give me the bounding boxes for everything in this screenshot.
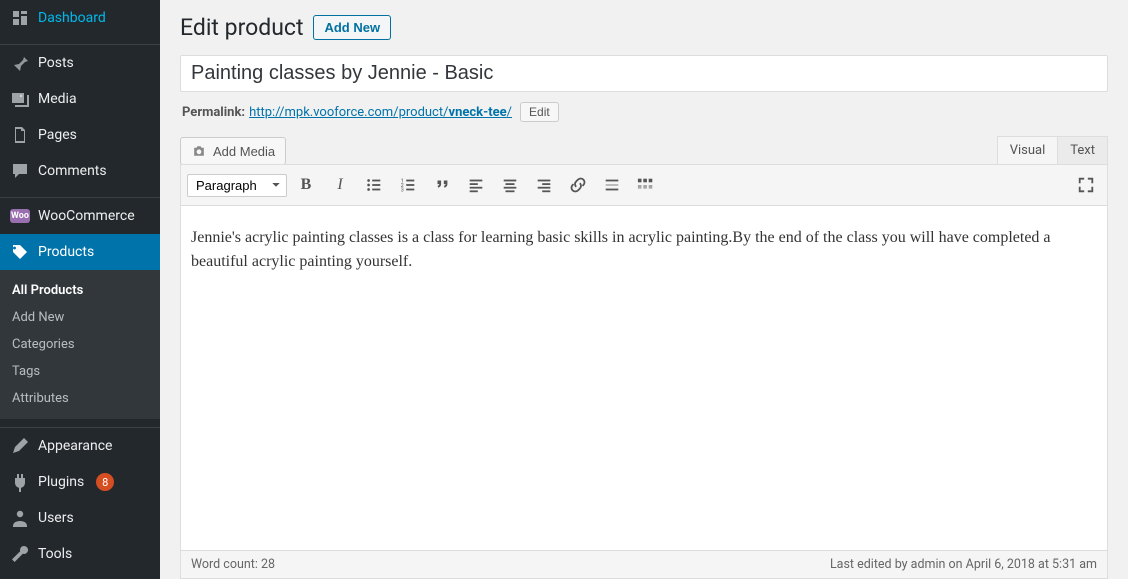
add-new-button[interactable]: Add New [313,15,391,40]
page-title: Edit product [180,14,303,41]
sidebar-item-woocommerce[interactable]: Woo WooCommerce [0,198,160,234]
blockquote-button[interactable] [427,171,457,199]
sidebar-item-label: Posts [38,55,74,71]
readmore-button[interactable] [597,171,627,199]
products-submenu: All Products Add New Categories Tags Att… [0,270,160,419]
users-icon [10,508,30,528]
sidebar-item-label: Products [38,244,94,260]
sidebar-item-dashboard[interactable]: Dashboard [0,0,160,36]
sidebar-item-media[interactable]: Media [0,81,160,117]
sidebar-item-label: Comments [38,163,107,179]
editor-footer: Word count: 28 Last edited by admin on A… [181,550,1107,578]
editor-content[interactable]: Jennie's acrylic painting classes is a c… [181,206,1107,550]
italic-button[interactable]: I [325,171,355,199]
editor-top-row: Add Media Visual Text [180,136,1108,165]
plugin-update-badge: 8 [96,473,114,491]
woocommerce-icon: Woo [10,206,30,226]
sidebar-item-label: WooCommerce [38,208,135,224]
submenu-all-products[interactable]: All Products [0,277,160,304]
add-media-button[interactable]: Add Media [180,137,286,165]
sidebar-item-label: Users [38,510,74,526]
permalink-label: Permalink: [182,105,245,120]
last-edited: Last edited by admin on April 6, 2018 at… [830,557,1097,572]
permalink-trail: / [507,105,512,120]
link-button[interactable] [563,171,593,199]
products-icon [10,242,30,262]
word-count: Word count: 28 [191,557,275,572]
sidebar-item-products[interactable]: Products [0,234,160,270]
sidebar-item-tools[interactable]: Tools [0,536,160,572]
product-title-input[interactable] [180,55,1108,92]
align-center-button[interactable] [495,171,525,199]
submenu-categories[interactable]: Categories [0,331,160,358]
comments-icon [10,161,30,181]
permalink-base: http://mpk.vooforce.com/product/ [249,105,448,120]
align-right-button[interactable] [529,171,559,199]
bold-button[interactable]: B [291,171,321,199]
align-left-button[interactable] [461,171,491,199]
sidebar-item-label: Dashboard [38,10,106,26]
page-header: Edit product Add New [180,14,1108,41]
submenu-add-new[interactable]: Add New [0,304,160,331]
tab-text[interactable]: Text [1057,136,1108,165]
sidebar-item-users[interactable]: Users [0,500,160,536]
fullscreen-button[interactable] [1071,171,1101,199]
edit-permalink-button[interactable]: Edit [520,102,559,122]
sidebar-item-label: Tools [38,546,72,562]
permalink-slug: vneck-tee [448,105,506,120]
sidebar-item-label: Media [38,91,77,107]
format-select[interactable]: Paragraph [187,174,287,197]
dashboard-icon [10,8,30,28]
sidebar-item-label: Pages [38,127,77,143]
editor-tabs: Visual Text [998,136,1108,165]
tools-icon [10,544,30,564]
permalink-row: Permalink: http://mpk.vooforce.com/produ… [182,102,1108,122]
admin-sidebar: Dashboard Posts Media Pages Comments Woo… [0,0,160,579]
editor-toolbar: Paragraph B I 123 [181,165,1107,206]
sidebar-item-label: Appearance [38,438,112,454]
sidebar-item-appearance[interactable]: Appearance [0,428,160,464]
media-icon [10,89,30,109]
sidebar-item-comments[interactable]: Comments [0,153,160,189]
appearance-icon [10,436,30,456]
bullet-list-button[interactable] [359,171,389,199]
permalink-link[interactable]: http://mpk.vooforce.com/product/vneck-te… [249,105,512,120]
add-media-label: Add Media [213,144,275,159]
main-content: Edit product Add New Permalink: http://m… [160,0,1128,579]
sidebar-item-posts[interactable]: Posts [0,45,160,81]
svg-text:3: 3 [401,187,404,193]
sidebar-item-pages[interactable]: Pages [0,117,160,153]
camera-icon [191,143,207,159]
editor: Paragraph B I 123 [180,164,1108,579]
sidebar-item-label: Plugins [38,474,84,490]
pages-icon [10,125,30,145]
plugins-icon [10,472,30,492]
toolbar-toggle-button[interactable] [631,171,661,199]
content-paragraph: Jennie's acrylic painting classes is a c… [191,226,1097,274]
submenu-tags[interactable]: Tags [0,358,160,385]
numbered-list-button[interactable]: 123 [393,171,423,199]
tab-visual[interactable]: Visual [997,136,1059,165]
submenu-attributes[interactable]: Attributes [0,385,160,412]
sidebar-item-plugins[interactable]: Plugins 8 [0,464,160,500]
pin-icon [10,53,30,73]
